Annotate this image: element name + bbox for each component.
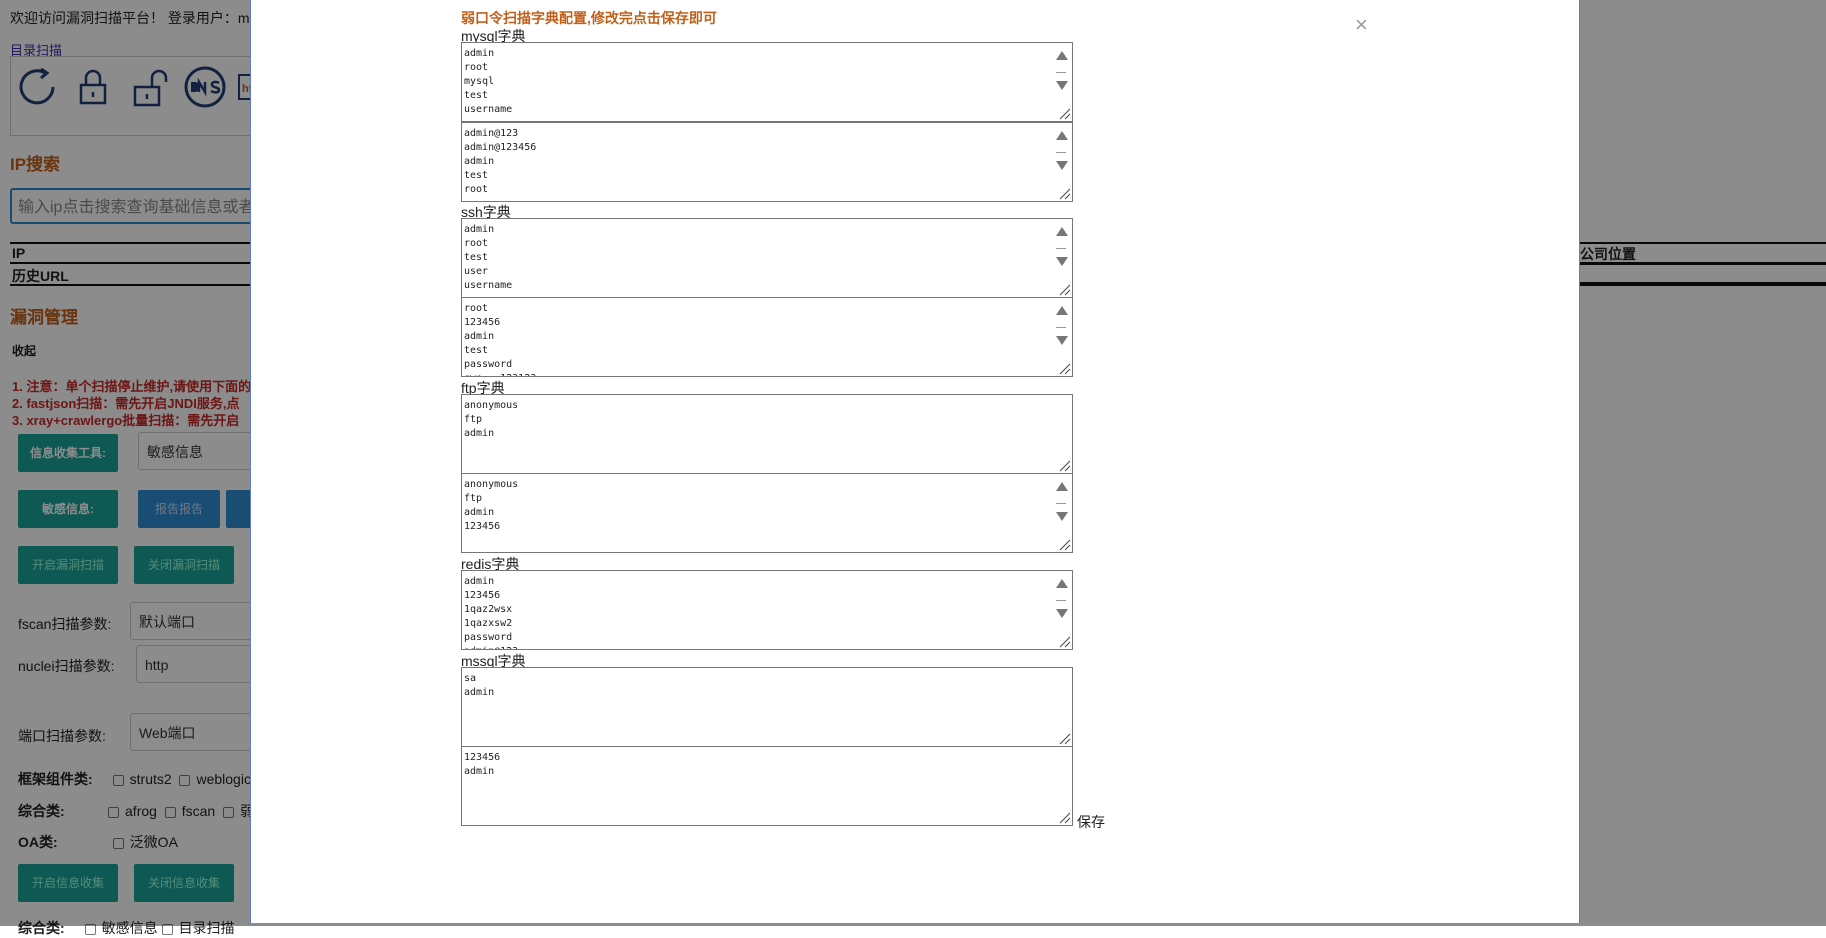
- username-textarea[interactable]: admin 123456 1qaz2wsx 1qazxsw2 password admin…: [461, 570, 1073, 650]
- dict-entry: root: [464, 184, 489, 195]
- dict-entry: 123456: [464, 317, 501, 328]
- resize-handle-icon[interactable]: [1057, 634, 1071, 648]
- resize-handle-icon[interactable]: [1057, 186, 1071, 200]
- dict-entry: admin: [464, 331, 495, 342]
- dict-entry: root: [464, 62, 489, 73]
- textarea-content: admin 123456 1qaz2wsx 1qazxsw2 password admin…: [464, 575, 518, 649]
- password-textarea[interactable]: admin@123 admin@123456 admin test root: [461, 122, 1073, 202]
- dict-entry: admin: [464, 507, 495, 518]
- dict-entry: password: [464, 632, 513, 643]
- password-textarea[interactable]: anonymous ftp admin 123456: [461, 473, 1073, 553]
- scroll-thumb[interactable]: [1056, 248, 1066, 249]
- dict-entry: anonymous: [464, 479, 519, 490]
- scroll-thumb[interactable]: [1056, 72, 1066, 73]
- username-textarea[interactable]: admin root mysql test username: [461, 42, 1073, 122]
- textarea-content: 123456 admin: [464, 751, 500, 779]
- dict-entry: admin: [464, 687, 495, 698]
- username-textarea[interactable]: admin root test user username: [461, 218, 1073, 298]
- dict-entry: username: [464, 280, 513, 291]
- scroll-down-icon[interactable]: [1056, 609, 1068, 618]
- dict-entry: test: [464, 170, 489, 181]
- dict-entry: username: [464, 104, 513, 115]
- dict-entry: mysql: [464, 76, 495, 87]
- dict-entry: sa: [464, 673, 477, 684]
- dict-entry: admin@123: [464, 645, 518, 649]
- scroll-up-icon[interactable]: [1056, 51, 1068, 60]
- scroll-thumb[interactable]: [1056, 327, 1066, 328]
- weak-password-dict-modal: × 弱口令扫描字典配置,修改完点击保存即可 mysql字典 admin root my…: [250, 0, 1580, 923]
- scroll-up-icon[interactable]: [1056, 227, 1068, 236]
- textarea-content: admin root mysql test username: [464, 47, 512, 117]
- textarea-content: anonymous ftp admin 123456: [464, 478, 518, 534]
- dict-entry: password: [464, 359, 513, 370]
- dict-entry: anonymous: [464, 400, 519, 411]
- textarea-content: admin@123 admin@123456 admin test root: [464, 127, 536, 197]
- dict-entry: admin: [464, 48, 495, 59]
- scroll-up-icon[interactable]: [1056, 131, 1068, 140]
- dict-entry: qwe...123123: [464, 372, 536, 376]
- scroll-down-icon[interactable]: [1056, 336, 1068, 345]
- scroll-thumb[interactable]: [1056, 503, 1066, 504]
- scroll-up-icon[interactable]: [1056, 579, 1068, 588]
- textarea-content: root 123456 admin test password qwe...123123: [464, 302, 536, 376]
- password-textarea[interactable]: 123456 admin: [461, 746, 1073, 826]
- scroll-down-icon[interactable]: [1056, 512, 1068, 521]
- resize-handle-icon[interactable]: [1057, 537, 1071, 551]
- password-textarea[interactable]: root 123456 admin test password qwe...123123: [461, 297, 1073, 377]
- dict-entry: admin: [464, 224, 495, 235]
- textarea-content: admin root test user username: [464, 223, 512, 293]
- username-textarea[interactable]: sa admin: [461, 667, 1073, 747]
- dict-entry: admin@123456: [464, 142, 537, 153]
- scroll-down-icon[interactable]: [1056, 161, 1068, 170]
- dict-entry: admin: [464, 428, 495, 439]
- resize-handle-icon[interactable]: [1057, 361, 1071, 375]
- dict-entry: 123456: [464, 521, 501, 532]
- resize-handle-icon[interactable]: [1057, 282, 1071, 296]
- close-icon[interactable]: ×: [1355, 12, 1368, 38]
- scroll-down-icon[interactable]: [1056, 81, 1068, 90]
- dict-entry: admin: [464, 576, 495, 587]
- textarea-content: sa admin: [464, 672, 494, 700]
- dict-entry: 1qazxsw2: [464, 618, 513, 629]
- scroll-up-icon[interactable]: [1056, 306, 1068, 315]
- dict-entry: root: [464, 238, 489, 249]
- resize-handle-icon[interactable]: [1057, 731, 1071, 745]
- scroll-thumb[interactable]: [1056, 152, 1066, 153]
- save-button[interactable]: 保存: [1077, 812, 1105, 832]
- dict-entry: user: [464, 266, 489, 277]
- dict-entry: test: [464, 90, 489, 101]
- resize-handle-icon[interactable]: [1057, 458, 1071, 472]
- modal-title: 弱口令扫描字典配置,修改完点击保存即可: [461, 10, 717, 26]
- dict-entry: admin: [464, 766, 495, 777]
- dict-entry: test: [464, 345, 489, 356]
- scroll-down-icon[interactable]: [1056, 257, 1068, 266]
- dict-entry: 123456: [464, 590, 501, 601]
- dict-entry: admin: [464, 156, 495, 167]
- textarea-content: anonymous ftp admin: [464, 399, 518, 441]
- scroll-up-icon[interactable]: [1056, 482, 1068, 491]
- resize-handle-icon[interactable]: [1057, 106, 1071, 120]
- dict-entry: 1qaz2wsx: [464, 604, 513, 615]
- resize-handle-icon[interactable]: [1057, 810, 1071, 824]
- dict-entry: 123456: [464, 752, 501, 763]
- dict-entry: root: [464, 303, 489, 314]
- dict-entry: ftp: [464, 493, 483, 504]
- scroll-thumb[interactable]: [1056, 600, 1066, 601]
- dict-entry: admin@123: [464, 128, 519, 139]
- dict-entry: test: [464, 252, 489, 263]
- dict-entry: ftp: [464, 414, 483, 425]
- username-textarea[interactable]: anonymous ftp admin: [461, 394, 1073, 474]
